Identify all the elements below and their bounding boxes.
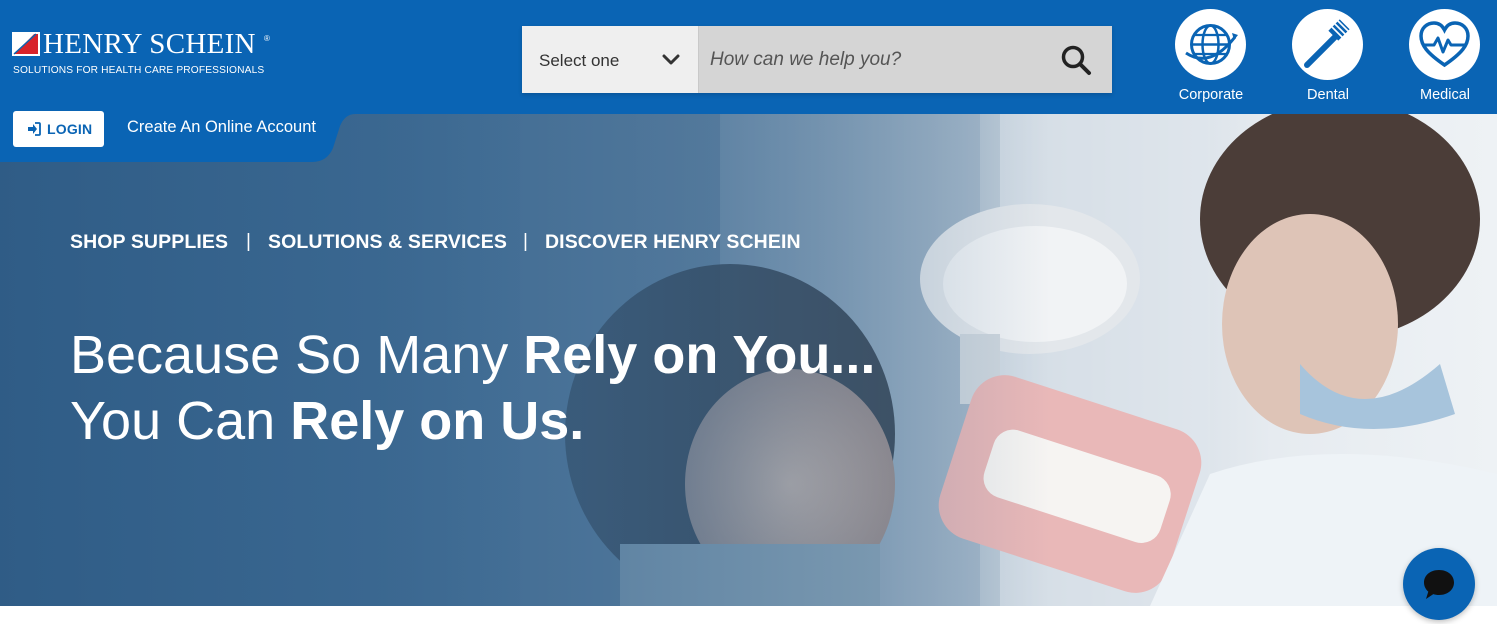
- globe-icon: [1185, 24, 1238, 65]
- hero-line-2-light: You Can: [70, 391, 291, 451]
- category-select-label: Select one: [539, 51, 620, 70]
- sign-in-icon: [28, 122, 41, 136]
- logo-registered-mark: ®: [264, 34, 270, 43]
- division-dental[interactable]: Dental: [1278, 9, 1378, 109]
- nav-solutions-services[interactable]: SOLUTIONS & SERVICES: [268, 231, 507, 254]
- hero-line-1-bold: Rely on You...: [523, 325, 876, 385]
- login-button-label: LOGIN: [47, 121, 93, 137]
- nav-separator: |: [523, 231, 528, 252]
- login-button[interactable]: LOGIN: [13, 111, 104, 147]
- site-header: HENRY SCHEIN ® SOLUTIONS FOR HEALTH CARE…: [0, 0, 1497, 114]
- toothbrush-icon: [1304, 19, 1350, 68]
- nav-shop-supplies[interactable]: SHOP SUPPLIES: [70, 231, 228, 254]
- hero-headline: Because So Many Rely on You... You Can R…: [70, 322, 875, 454]
- chat-bubble-icon: [1424, 570, 1454, 599]
- chevron-down-icon: [662, 54, 680, 65]
- nav-discover-henry-schein[interactable]: DISCOVER HENRY SCHEIN: [545, 231, 801, 254]
- category-select[interactable]: Select one: [522, 26, 699, 93]
- nav-separator: |: [246, 231, 251, 252]
- chat-button[interactable]: [1403, 548, 1475, 620]
- logo-wordmark: HENRY SCHEIN: [43, 28, 256, 60]
- hero-line-2-bold: Rely on Us.: [290, 391, 585, 451]
- hero-headline-line-1: Because So Many Rely on You...: [70, 322, 875, 388]
- division-corporate-label: Corporate: [1178, 87, 1244, 103]
- division-dental-label: Dental: [1307, 87, 1349, 103]
- division-corporate[interactable]: Corporate: [1161, 9, 1261, 109]
- page-divider: [0, 606, 1497, 624]
- division-medical[interactable]: Medical: [1395, 9, 1495, 109]
- division-dental-circle: [1292, 9, 1363, 80]
- heart-pulse-icon: [1419, 21, 1470, 68]
- division-medical-circle: [1409, 9, 1480, 80]
- logo-mark-icon: [12, 32, 40, 56]
- create-account-link[interactable]: Create An Online Account: [127, 118, 316, 137]
- logo-tagline: SOLUTIONS FOR HEALTH CARE PROFESSIONALS: [13, 65, 265, 76]
- search-input[interactable]: [700, 26, 1050, 93]
- search-bar: Select one: [522, 26, 1112, 93]
- henry-schein-logo[interactable]: HENRY SCHEIN ® SOLUTIONS FOR HEALTH CARE…: [12, 28, 282, 80]
- search-icon[interactable]: [1060, 44, 1092, 76]
- division-corporate-circle: [1175, 9, 1246, 80]
- hero-headline-line-2: You Can Rely on Us.: [70, 388, 875, 454]
- division-medical-label: Medical: [1420, 87, 1470, 103]
- hero-line-1-light: Because So Many: [70, 325, 524, 385]
